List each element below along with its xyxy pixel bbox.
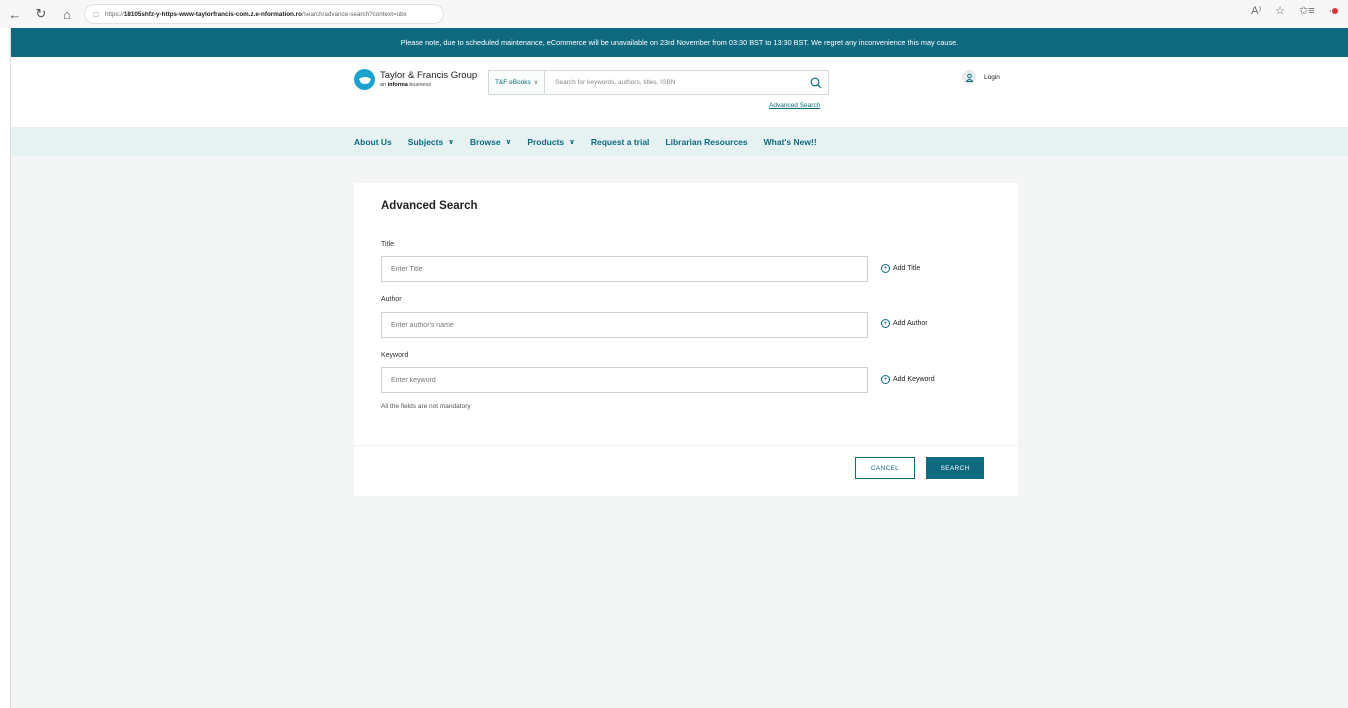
nav-whats-new[interactable]: What's New!!: [764, 137, 817, 147]
search-button[interactable]: SEARCH: [926, 457, 984, 479]
chevron-down-icon: ∨: [505, 138, 512, 146]
add-circle-icon: +: [881, 264, 890, 273]
chevron-down-icon: ∨: [448, 138, 454, 146]
back-arrow-icon[interactable]: ←: [4, 3, 26, 25]
banner-text: Please note, due to scheduled maintenanc…: [400, 38, 959, 47]
page: Please note, due to scheduled maintenanc…: [10, 28, 1348, 708]
author-label: Author: [381, 296, 402, 303]
logo-subtitle: an informa business: [380, 81, 432, 88]
site-logo[interactable]: Taylor & Francis Group an informa busine…: [354, 69, 477, 90]
search-input[interactable]: [545, 71, 804, 94]
nav-request-trial[interactable]: Request a trial: [591, 137, 650, 147]
chevron-down-icon: ∨: [569, 138, 575, 146]
url-path: /search/advance-search?context=ubx: [301, 10, 407, 18]
nav-subjects[interactable]: Subjects ∨: [408, 137, 454, 147]
search-category-label: T&F eBooks: [495, 79, 531, 86]
maintenance-banner: Please note, due to scheduled maintenanc…: [11, 28, 1348, 57]
page-title: Advanced Search: [381, 200, 478, 212]
browser-toolbar: ← ↻ ⌂ ▢ https:// 18105shfz-y-https-www-t…: [0, 0, 1348, 28]
logo-name: Taylor & Francis Group: [380, 70, 478, 81]
search-icon[interactable]: [804, 71, 828, 94]
favorite-star-icon[interactable]: ☆: [1275, 4, 1285, 17]
main-navigation: About Us Subjects ∨ Browse ∨ Products ∨ Req…: [11, 127, 1348, 156]
cancel-button[interactable]: CANCEL: [855, 457, 915, 479]
nav-products[interactable]: Products ∨: [527, 137, 575, 147]
nav-browse[interactable]: Browse ∨: [470, 137, 511, 147]
url-host: 18105shfz-y-https-www-taylorfrancis-com.…: [123, 10, 302, 18]
search-category-dropdown[interactable]: T&F eBooks ∨: [489, 71, 546, 94]
keyword-label: Keyword: [381, 352, 409, 359]
address-bar[interactable]: ▢ https:// 18105shfz-y-https-www-taylorf…: [84, 4, 444, 24]
add-circle-icon: +: [881, 375, 890, 384]
advanced-search-card: Advanced Search Title + Add Title Author…: [354, 183, 1018, 496]
site-header: Taylor & Francis Group an informa busine…: [11, 57, 1348, 127]
advanced-search-link[interactable]: Advanced Search: [769, 102, 820, 109]
login-label: Login: [984, 73, 1000, 81]
author-input[interactable]: [381, 312, 868, 338]
user-icon: [962, 70, 976, 84]
divider: [354, 445, 1018, 446]
title-input[interactable]: [381, 256, 868, 282]
read-aloud-icon[interactable]: A⁾: [1251, 4, 1261, 17]
taylor-francis-logo-icon: [354, 69, 375, 90]
reload-icon[interactable]: ↻: [30, 3, 52, 25]
chevron-down-icon: ∨: [533, 80, 539, 86]
add-title-button[interactable]: + Add Title: [881, 264, 920, 273]
keyword-input[interactable]: [381, 367, 868, 393]
login-button[interactable]: Login: [962, 70, 1000, 84]
add-circle-icon: +: [881, 319, 890, 328]
nav-about-us[interactable]: About Us: [354, 137, 392, 147]
search-box: T&F eBooks ∨: [488, 70, 829, 95]
home-icon[interactable]: ⌂: [56, 3, 78, 25]
nav-librarian-resources[interactable]: Librarian Resources: [665, 137, 747, 147]
form-hint: All the fields are not mandatory: [381, 403, 471, 410]
lock-icon: ▢: [93, 10, 99, 18]
add-author-button[interactable]: + Add Author: [881, 319, 928, 328]
extension-icon[interactable]: ··: [1329, 4, 1338, 17]
title-label: Title: [381, 241, 394, 248]
favorites-list-icon[interactable]: ✩≡: [1299, 4, 1315, 17]
url-prefix: https://: [104, 10, 124, 18]
add-keyword-button[interactable]: + Add Keyword: [881, 375, 935, 384]
